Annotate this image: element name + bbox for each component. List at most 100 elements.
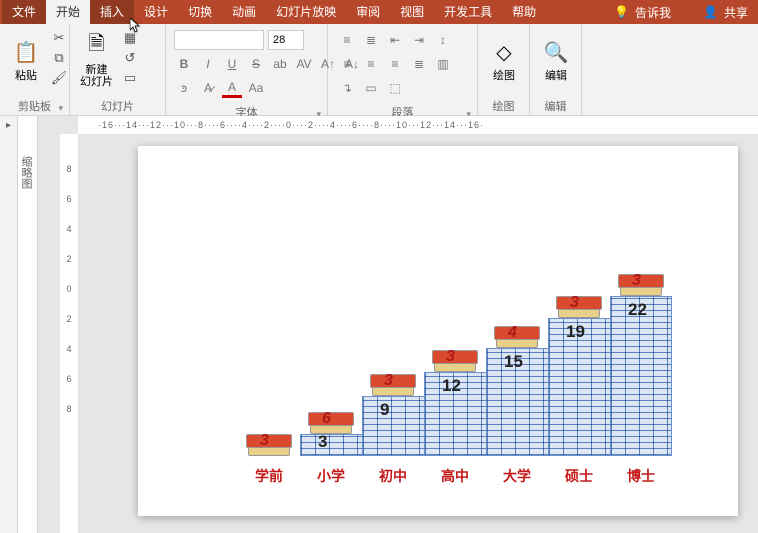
align-text-icon[interactable]: ▭: [360, 78, 382, 98]
books-icon: [370, 370, 416, 396]
font-size-select[interactable]: [268, 30, 304, 50]
tab-slideshow[interactable]: 幻灯片放映: [266, 0, 346, 24]
group-editing-label: 编辑: [534, 96, 577, 116]
new-slide-button[interactable]: 🗎 新建 幻灯片: [74, 26, 119, 92]
step-top-value: 3: [570, 294, 579, 312]
tell-me[interactable]: 告诉我: [635, 4, 671, 21]
find-icon: 🔍: [540, 36, 572, 68]
step-chart[interactable]: 3 6 3 3 9 3 12 4 15 3 19 3 22 学前小学初中高中大学硕士博士: [238, 216, 708, 496]
step-mid-value: 22: [628, 300, 647, 320]
ruler-vertical: 864202468: [60, 134, 78, 533]
indent-inc-icon[interactable]: ⇥: [408, 30, 430, 50]
text-direction-icon[interactable]: ↴: [336, 78, 358, 98]
shadow-button[interactable]: ab: [270, 54, 290, 74]
books-icon: [556, 292, 602, 318]
format-painter-icon[interactable]: 🖌: [50, 70, 68, 86]
tab-insert[interactable]: 插入: [90, 0, 134, 24]
ribbon: 📋 粘贴 ✂ ⧉ 🖌 剪贴板▾ 🗎 新建 幻灯片 ▦ ↺ ▭ 幻灯片: [0, 24, 758, 116]
clear-format-icon[interactable]: A̷: [198, 78, 218, 98]
font-family-select[interactable]: [174, 30, 264, 50]
justify-icon[interactable]: ≣: [408, 54, 430, 74]
tab-help[interactable]: 帮助: [502, 0, 546, 24]
group-slides-label: 幻灯片: [74, 96, 161, 116]
align-center-icon[interactable]: ≡: [360, 54, 382, 74]
books-icon: [308, 408, 354, 434]
new-slide-icon: 🗎: [81, 30, 113, 62]
section-icon[interactable]: ▭: [121, 70, 139, 86]
reset-icon[interactable]: ↺: [121, 50, 139, 66]
spacing-button[interactable]: AV: [294, 54, 314, 74]
cursor-icon: [130, 18, 142, 34]
strike-button[interactable]: S: [246, 54, 266, 74]
highlight-icon[interactable]: ꜿ: [174, 78, 194, 98]
step-top-value: 3: [384, 372, 393, 390]
step-top-value: 4: [508, 324, 517, 342]
ruler-horizontal: ·16···14···12···10···8····6····4····2···…: [78, 116, 758, 134]
clipboard-icon: 📋: [10, 36, 42, 68]
font-color-icon[interactable]: A: [222, 78, 242, 98]
tab-home[interactable]: 开始: [46, 0, 90, 24]
tab-animation[interactable]: 动画: [222, 0, 266, 24]
copy-icon[interactable]: ⧉: [50, 50, 68, 66]
step-mid-value: 9: [380, 400, 389, 420]
x-axis-label: 初中: [362, 466, 424, 486]
x-axis-label: 小学: [300, 466, 362, 486]
user-icon: 👤: [703, 5, 718, 19]
editing-button[interactable]: 🔍 编辑: [534, 26, 578, 92]
underline-button[interactable]: U: [222, 54, 242, 74]
title-bar: 文件 开始 插入 设计 切换 动画 幻灯片放映 审阅 视图 开发工具 帮助 💡 …: [0, 0, 758, 24]
tab-file[interactable]: 文件: [2, 0, 46, 24]
step-mid-value: 15: [504, 352, 523, 372]
step-top-value: 3: [260, 432, 269, 450]
change-case-icon[interactable]: Aa: [246, 78, 266, 98]
books-icon: [618, 270, 664, 296]
x-axis-label: 大学: [486, 466, 548, 486]
books-icon: [494, 322, 540, 348]
x-axis-label: 博士: [610, 466, 672, 486]
drawing-label: 绘图: [493, 70, 515, 82]
tab-dev[interactable]: 开发工具: [434, 0, 502, 24]
drawing-button[interactable]: ◇ 绘图: [482, 26, 526, 92]
outline-toggle[interactable]: ▸: [0, 116, 18, 533]
launcher-icon[interactable]: ▾: [58, 103, 63, 114]
tab-review[interactable]: 审阅: [346, 0, 390, 24]
shapes-icon: ◇: [488, 36, 520, 68]
thumbnail-pane-label[interactable]: 缩略图: [18, 116, 38, 533]
step-top-value: 3: [632, 272, 641, 290]
columns-icon[interactable]: ▥: [432, 54, 454, 74]
group-clipboard-label: 剪贴板▾: [4, 96, 65, 116]
x-axis-label: 硕士: [548, 466, 610, 486]
books-icon: [432, 346, 478, 372]
cut-icon[interactable]: ✂: [50, 30, 68, 46]
indent-dec-icon[interactable]: ⇤: [384, 30, 406, 50]
x-axis-label: 学前: [238, 466, 300, 486]
step-top-value: 6: [322, 410, 331, 428]
tab-transition[interactable]: 切换: [178, 0, 222, 24]
numbering-icon[interactable]: ≣: [360, 30, 382, 50]
step-mid-value: 3: [318, 432, 327, 452]
group-drawing-label: 绘图: [482, 96, 525, 116]
canvas-area: ·16···14···12···10···8····6····4····2···…: [38, 116, 758, 533]
paste-button[interactable]: 📋 粘贴: [4, 26, 48, 92]
step-mid-value: 19: [566, 322, 585, 342]
step-top-value: 3: [446, 348, 455, 366]
tab-view[interactable]: 视图: [390, 0, 434, 24]
align-right-icon[interactable]: ≡: [384, 54, 406, 74]
paste-label: 粘贴: [15, 70, 37, 82]
bullets-icon[interactable]: ≡: [336, 30, 358, 50]
editing-label: 编辑: [545, 70, 567, 82]
step-mid-value: 12: [442, 376, 461, 396]
lightbulb-icon: 💡: [614, 5, 629, 19]
books-icon: [246, 430, 292, 456]
share-button[interactable]: 共享: [724, 4, 748, 21]
step-6: 3 22: [610, 266, 672, 456]
align-left-icon[interactable]: ≡: [336, 54, 358, 74]
line-spacing-icon[interactable]: ↕: [432, 30, 454, 50]
italic-button[interactable]: I: [198, 54, 218, 74]
new-slide-label: 新建 幻灯片: [80, 64, 113, 88]
bold-button[interactable]: B: [174, 54, 194, 74]
x-axis-label: 高中: [424, 466, 486, 486]
smartart-icon[interactable]: ⬚: [384, 78, 406, 98]
workspace: ▸ 缩略图 ·16···14···12···10···8····6····4··…: [0, 116, 758, 533]
slide[interactable]: 3 6 3 3 9 3 12 4 15 3 19 3 22 学前小学初中高中大学硕士博士: [138, 146, 738, 516]
